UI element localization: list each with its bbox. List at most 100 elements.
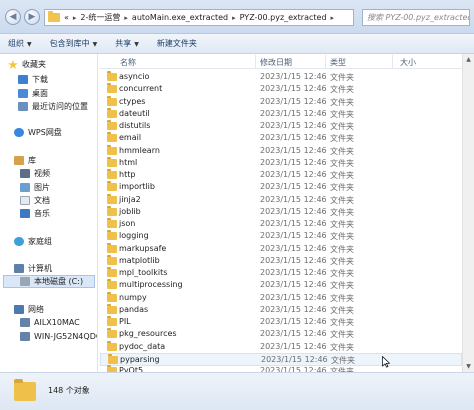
folder-icon xyxy=(107,340,117,351)
folder-icon xyxy=(107,107,117,118)
table-row[interactable]: concurrent 2023/1/15 12:46 文件夹 xyxy=(100,83,462,96)
table-row[interactable]: mpl_toolkits 2023/1/15 12:46 文件夹 xyxy=(100,267,462,280)
file-name: pydoc_data xyxy=(119,341,166,351)
folder-icon xyxy=(107,230,117,241)
homegroup-icon xyxy=(14,237,24,246)
file-name: multiprocessing xyxy=(119,280,183,290)
column-divider[interactable] xyxy=(325,55,326,68)
sidebar-item-pictures[interactable]: 图片 xyxy=(20,181,50,194)
computer-icon xyxy=(14,264,24,273)
address-bar[interactable]: « ▸ 2-统一运营 ▸ autoMain.exe_extracted ▸ PY… xyxy=(44,9,354,26)
file-modified-date: 2023/1/15 12:46 xyxy=(260,133,327,143)
sidebar-item-recent-places[interactable]: 最近访问的位置 xyxy=(18,100,88,113)
file-name: asyncio xyxy=(119,72,150,81)
sidebar-item-local-disk-c[interactable]: 本地磁盘 (C:) xyxy=(3,275,95,288)
table-row[interactable]: asyncio 2023/1/15 12:46 文件夹 xyxy=(100,71,462,84)
table-row[interactable]: distutils 2023/1/15 12:46 文件夹 xyxy=(100,120,462,133)
table-row[interactable]: markupsafe 2023/1/15 12:46 文件夹 xyxy=(100,242,462,256)
breadcrumb-overflow[interactable]: « xyxy=(64,13,69,22)
file-type: 文件夹 xyxy=(330,97,354,107)
table-row[interactable]: numpy 2023/1/15 12:46 文件夹 xyxy=(100,291,462,305)
sidebar-item-music[interactable]: 音乐 xyxy=(20,207,50,220)
vertical-scrollbar[interactable]: ▲ ▼ xyxy=(462,54,474,372)
cloud-icon xyxy=(14,128,24,137)
file-type: 文件夹 xyxy=(330,85,354,95)
folder-icon xyxy=(14,379,36,401)
breadcrumb-item[interactable]: PYZ-00.pyz_extracted xyxy=(240,13,327,22)
table-row[interactable]: jinja2 2023/1/15 12:46 文件夹 xyxy=(100,193,462,207)
table-row[interactable]: joblib 2023/1/15 12:46 文件夹 xyxy=(100,205,462,219)
table-row[interactable]: pkg_resources 2023/1/15 12:46 文件夹 xyxy=(100,328,462,341)
table-row[interactable]: pyparsing 2023/1/15 12:46 文件夹 xyxy=(100,352,462,366)
table-row[interactable]: http 2023/1/15 12:46 文件夹 xyxy=(100,169,462,182)
back-button[interactable]: ◀ xyxy=(5,9,21,25)
file-modified-date: 2023/1/15 12:46 xyxy=(260,219,327,228)
column-header-date[interactable]: 修改日期 xyxy=(260,57,292,68)
file-modified-date: 2023/1/15 12:46 xyxy=(260,194,327,204)
mouse-cursor-icon xyxy=(382,356,390,368)
sidebar-item-network[interactable]: 网络 xyxy=(14,303,44,316)
search-input[interactable]: 搜索 PYZ-00.pyz_extracted xyxy=(362,9,470,26)
file-modified-date: 2023/1/15 12:46 xyxy=(260,341,327,351)
sidebar-item-favorites[interactable]: 收藏夹 xyxy=(8,58,46,71)
column-header-name[interactable]: 名称 xyxy=(120,57,136,68)
column-header-type[interactable]: 类型 xyxy=(330,57,346,68)
file-name: concurrent xyxy=(119,84,163,94)
table-row[interactable]: ctypes 2023/1/15 12:46 文件夹 xyxy=(100,95,462,109)
file-name: html xyxy=(119,157,138,167)
include-in-library-button[interactable]: 包含到库中 ▼ xyxy=(50,38,98,49)
sidebar-item-videos[interactable]: 视频 xyxy=(20,167,50,180)
table-row[interactable]: pandas 2023/1/15 12:46 文件夹 xyxy=(100,303,462,317)
forward-button[interactable]: ▶ xyxy=(24,9,40,25)
scroll-down-icon[interactable]: ▼ xyxy=(463,361,474,372)
file-name: distutils xyxy=(119,121,151,130)
table-row[interactable]: logging 2023/1/15 12:46 文件夹 xyxy=(100,230,462,243)
file-name: mpl_toolkits xyxy=(119,268,168,277)
folder-icon xyxy=(107,303,117,314)
sidebar-item-libraries[interactable]: 库 xyxy=(14,154,36,167)
column-header-size[interactable]: 大小 xyxy=(400,57,416,68)
file-type: 文件夹 xyxy=(330,207,354,217)
sidebar-item-wps-cloud[interactable]: WPS网盘 xyxy=(14,126,62,139)
scroll-up-icon[interactable]: ▲ xyxy=(463,54,474,65)
table-row[interactable]: html 2023/1/15 12:46 文件夹 xyxy=(100,156,462,170)
table-row[interactable]: dateutil 2023/1/15 12:46 文件夹 xyxy=(100,107,462,121)
table-row[interactable]: json 2023/1/15 12:46 文件夹 xyxy=(100,218,462,231)
share-button[interactable]: 共享 ▼ xyxy=(115,38,139,49)
sidebar-item-computer[interactable]: 计算机 xyxy=(14,262,52,275)
network-computer-icon xyxy=(20,332,30,341)
table-row[interactable]: matplotlib 2023/1/15 12:46 文件夹 xyxy=(100,254,462,268)
table-row[interactable]: PIL 2023/1/15 12:46 文件夹 xyxy=(100,316,462,329)
column-divider[interactable] xyxy=(392,55,393,68)
table-row[interactable]: hmmlearn 2023/1/15 12:46 文件夹 xyxy=(100,144,462,158)
file-modified-date: 2023/1/15 12:46 xyxy=(260,292,327,302)
file-modified-date: 2023/1/15 12:46 xyxy=(260,157,327,167)
breadcrumb-item[interactable]: autoMain.exe_extracted xyxy=(132,13,228,22)
sidebar-item-desktop[interactable]: 桌面 xyxy=(18,87,48,100)
file-modified-date: 2023/1/15 12:46 xyxy=(260,317,327,326)
breadcrumb-item[interactable]: 2-统一运营 xyxy=(80,12,120,23)
file-modified-date: 2023/1/15 12:46 xyxy=(260,329,327,339)
sidebar-item-homegroup[interactable]: 家庭组 xyxy=(14,235,52,248)
table-row[interactable]: importlib 2023/1/15 12:46 文件夹 xyxy=(100,181,462,194)
new-folder-button[interactable]: 新建文件夹 xyxy=(157,38,197,49)
organize-button[interactable]: 组织 ▼ xyxy=(8,38,32,49)
file-name: dateutil xyxy=(119,108,150,118)
folder-icon xyxy=(107,144,117,155)
table-row[interactable]: PyQt5 2023/1/15 12:46 文件夹 xyxy=(100,365,462,372)
folder-icon xyxy=(107,71,117,81)
table-row[interactable]: email 2023/1/15 12:46 文件夹 xyxy=(100,132,462,145)
file-modified-date: 2023/1/15 12:46 xyxy=(260,121,327,130)
sidebar-item-network-ailx10mac[interactable]: AILX10MAC xyxy=(20,316,80,329)
table-row[interactable]: pydoc_data 2023/1/15 12:46 文件夹 xyxy=(100,340,462,354)
address-bar-row: ◀ ▶ « ▸ 2-统一运营 ▸ autoMain.exe_extracted … xyxy=(0,0,474,34)
chevron-down-icon: ▼ xyxy=(92,41,98,48)
column-divider[interactable] xyxy=(255,55,256,68)
arrow-left-icon: ◀ xyxy=(9,12,17,22)
document-icon xyxy=(20,196,30,205)
sidebar-item-documents[interactable]: 文档 xyxy=(20,194,50,207)
sidebar-item-network-win-jg52n4qdo[interactable]: WIN-JG52N4QDO xyxy=(20,330,97,343)
sidebar-item-downloads[interactable]: 下载 xyxy=(18,73,48,86)
table-row[interactable]: multiprocessing 2023/1/15 12:46 文件夹 xyxy=(100,279,462,292)
breadcrumb-separator: ▸ xyxy=(330,13,335,22)
